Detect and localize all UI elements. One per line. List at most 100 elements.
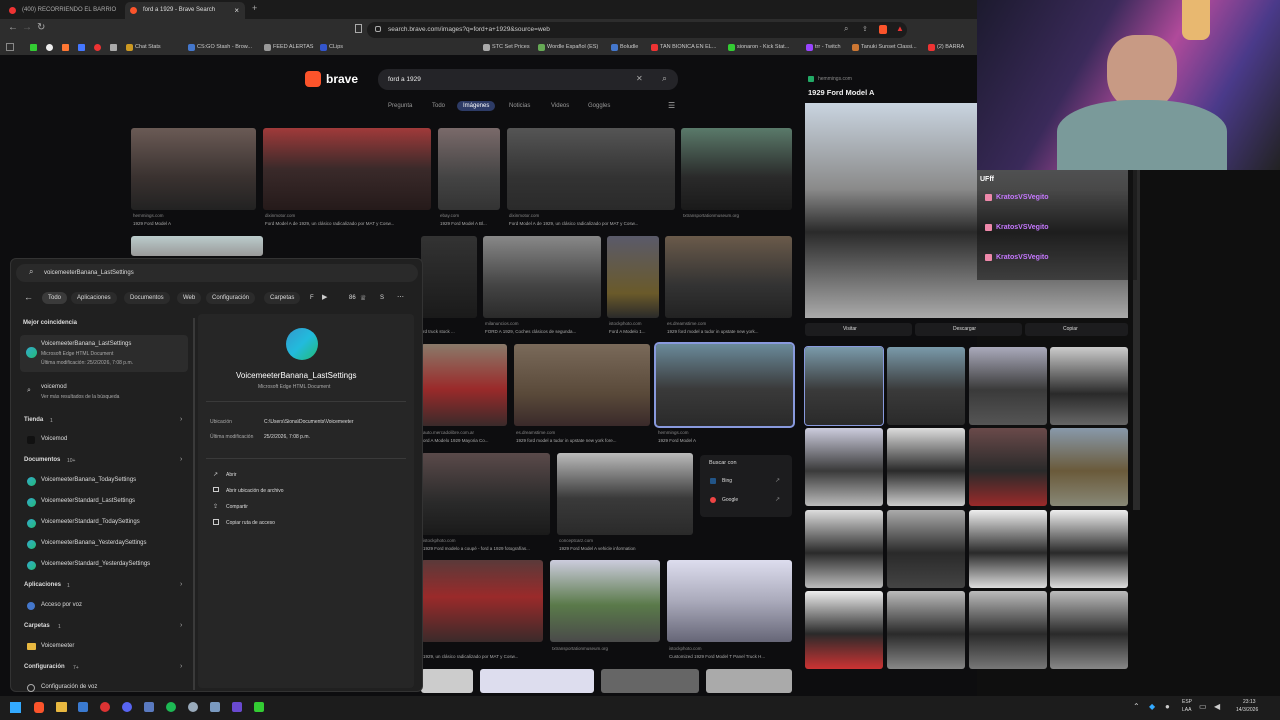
tab-todo[interactable]: Todo	[432, 103, 445, 109]
bookmark-favicon[interactable]	[110, 44, 117, 51]
result-title[interactable]: 1929 Ford Model A	[658, 438, 788, 443]
search-input[interactable]: ford a 1929	[378, 69, 678, 90]
result-title[interactable]: 1929 Ford Model A	[133, 221, 253, 226]
tab-goggles[interactable]: Goggles	[588, 103, 610, 109]
image-result[interactable]	[421, 560, 543, 642]
image-result[interactable]	[557, 453, 693, 535]
web-result-name[interactable]: voicemod	[41, 384, 67, 390]
rewards-icon[interactable]: ▲	[896, 24, 904, 33]
filter-todo[interactable]: Todo	[42, 292, 68, 304]
image-result[interactable]	[507, 128, 675, 210]
language-sub[interactable]: LAA	[1182, 707, 1191, 713]
address-bar[interactable]: search.brave.com/images?q=ford+a+1929&so…	[367, 22, 907, 38]
result-title[interactable]: Ford Model A de 1929, un clásico radical…	[509, 221, 679, 226]
close-tab-icon[interactable]: ×	[234, 2, 239, 19]
tray-app-icon[interactable]: ◆	[1149, 702, 1155, 711]
image-result[interactable]	[421, 236, 477, 318]
share-icon[interactable]: ⇪	[862, 25, 868, 33]
image-result[interactable]	[421, 453, 550, 535]
bookmark-favicon[interactable]	[46, 44, 53, 51]
tab-imagenes[interactable]: Imágenes	[457, 101, 496, 111]
clock-time[interactable]: 23:13	[1243, 699, 1256, 705]
forward-icon[interactable]: →	[22, 22, 32, 33]
discord-icon[interactable]	[122, 702, 132, 712]
result-title[interactable]: Ford Model A de 1929, un clásico radical…	[265, 221, 435, 226]
tab-videos[interactable]: Videos	[551, 103, 569, 109]
chevron-right-icon[interactable]: ›	[180, 456, 182, 463]
related-image[interactable]	[1050, 591, 1128, 669]
related-image[interactable]	[1050, 347, 1128, 425]
back-arrow-icon[interactable]: ←	[24, 292, 33, 302]
bookmark-tanuki[interactable]: Tanuki Sunset Classi...	[852, 43, 920, 52]
doc-item[interactable]: VoicemeeterBanana_YesterdaySettings	[41, 540, 147, 546]
image-result[interactable]	[480, 669, 594, 693]
related-image[interactable]	[805, 428, 883, 506]
brave-taskbar-icon[interactable]	[34, 702, 44, 713]
language[interactable]: ESP	[1182, 699, 1192, 705]
taskbar-app-icon[interactable]	[144, 702, 154, 712]
image-result[interactable]	[131, 236, 263, 256]
filter-carpetas[interactable]: Carpetas	[264, 292, 301, 304]
config-item[interactable]: Configuración de voz	[41, 684, 97, 690]
related-image[interactable]	[887, 591, 965, 669]
account-initial[interactable]: S	[380, 295, 384, 301]
image-result[interactable]	[601, 669, 699, 693]
result-title[interactable]: 1929 Ford modelo a coupé - ford a 1929 f…	[423, 546, 552, 551]
spotify-icon[interactable]	[166, 702, 176, 712]
menu-scrollbar[interactable]	[193, 318, 195, 690]
related-image[interactable]	[1050, 428, 1128, 506]
doc-item[interactable]: VoicemeeterBanana_TodaySettings	[41, 477, 136, 483]
related-image[interactable]	[969, 591, 1047, 669]
search-submit-icon[interactable]: ⌕	[662, 73, 667, 84]
external-link-icon[interactable]: ↗	[775, 477, 780, 484]
related-image[interactable]	[1050, 510, 1128, 588]
apps-grid-icon[interactable]	[6, 43, 14, 51]
image-result[interactable]	[421, 669, 473, 693]
related-image[interactable]	[887, 428, 965, 506]
back-icon[interactable]: ←	[8, 22, 18, 33]
action-copy-path[interactable]: Copiar ruta de acceso	[226, 520, 275, 526]
image-result[interactable]	[131, 128, 256, 210]
doc-item[interactable]: VoicemeeterStandard_TodaySettings	[41, 519, 140, 525]
bookmark-barra[interactable]: (2) BARRA	[928, 43, 976, 52]
taskbar-app-icon[interactable]	[100, 702, 110, 712]
file-explorer-icon[interactable]	[56, 702, 67, 712]
search-icon[interactable]: ⌕	[844, 24, 848, 34]
doc-item[interactable]: VoicemeeterStandard_YesterdaySettings	[41, 561, 150, 567]
download-button[interactable]: Descargar	[915, 323, 1022, 336]
search-with-google[interactable]: Google	[722, 497, 738, 503]
volume-icon[interactable]: ◀	[1214, 702, 1220, 711]
visit-button[interactable]: Visitar	[805, 323, 912, 336]
search-with-bing[interactable]: Bing	[722, 478, 732, 484]
result-title[interactable]: 1929 Ford Model A Bl...	[440, 221, 500, 226]
bookmark-twitch[interactable]: trr - Twitch	[806, 43, 841, 52]
filter-web[interactable]: Web	[177, 292, 202, 304]
image-result-selected[interactable]	[654, 342, 795, 428]
result-title[interactable]: 1929 Ford Model A vehicle information	[559, 546, 695, 551]
bookmark-favicon[interactable]	[78, 44, 85, 51]
bookmark-feed-alertas[interactable]: FEED ALERTAS	[264, 43, 316, 52]
external-link-icon[interactable]: ↗	[775, 496, 780, 503]
network-icon[interactable]: ▭	[1199, 702, 1207, 711]
filter-documentos[interactable]: Documentos	[124, 292, 170, 304]
reload-icon[interactable]: ↻	[37, 22, 45, 33]
bookmark-favicon[interactable]	[62, 44, 69, 51]
image-result[interactable]	[681, 128, 792, 210]
taskbar-app-icon[interactable]	[210, 702, 220, 712]
bookmark-csgo-stash[interactable]: CS:GO Stash - Brow...	[188, 43, 254, 52]
brave-wordmark[interactable]: brave	[326, 72, 358, 86]
copy-button[interactable]: Copiar	[1025, 323, 1128, 336]
preview-title[interactable]: 1929 Ford Model A	[808, 88, 874, 97]
bookmark-icon[interactable]	[355, 24, 362, 33]
kick-taskbar-icon[interactable]	[254, 702, 264, 712]
related-image[interactable]	[969, 347, 1047, 425]
chevron-right-icon[interactable]: ›	[180, 622, 182, 629]
image-result[interactable]	[421, 344, 507, 426]
new-tab-icon[interactable]: +	[252, 3, 257, 13]
bookmark-tan-bionica[interactable]: TAN BIONICA EN EL...	[651, 43, 719, 52]
play-icon[interactable]: ▶	[322, 293, 327, 301]
related-image[interactable]	[969, 428, 1047, 506]
bookmark-stc-set-prices[interactable]: STC Set Prices	[483, 43, 533, 52]
bookmark-wordle[interactable]: Wordle Español (ES)	[538, 43, 602, 52]
microphone-icon[interactable]: ●	[1165, 702, 1170, 711]
